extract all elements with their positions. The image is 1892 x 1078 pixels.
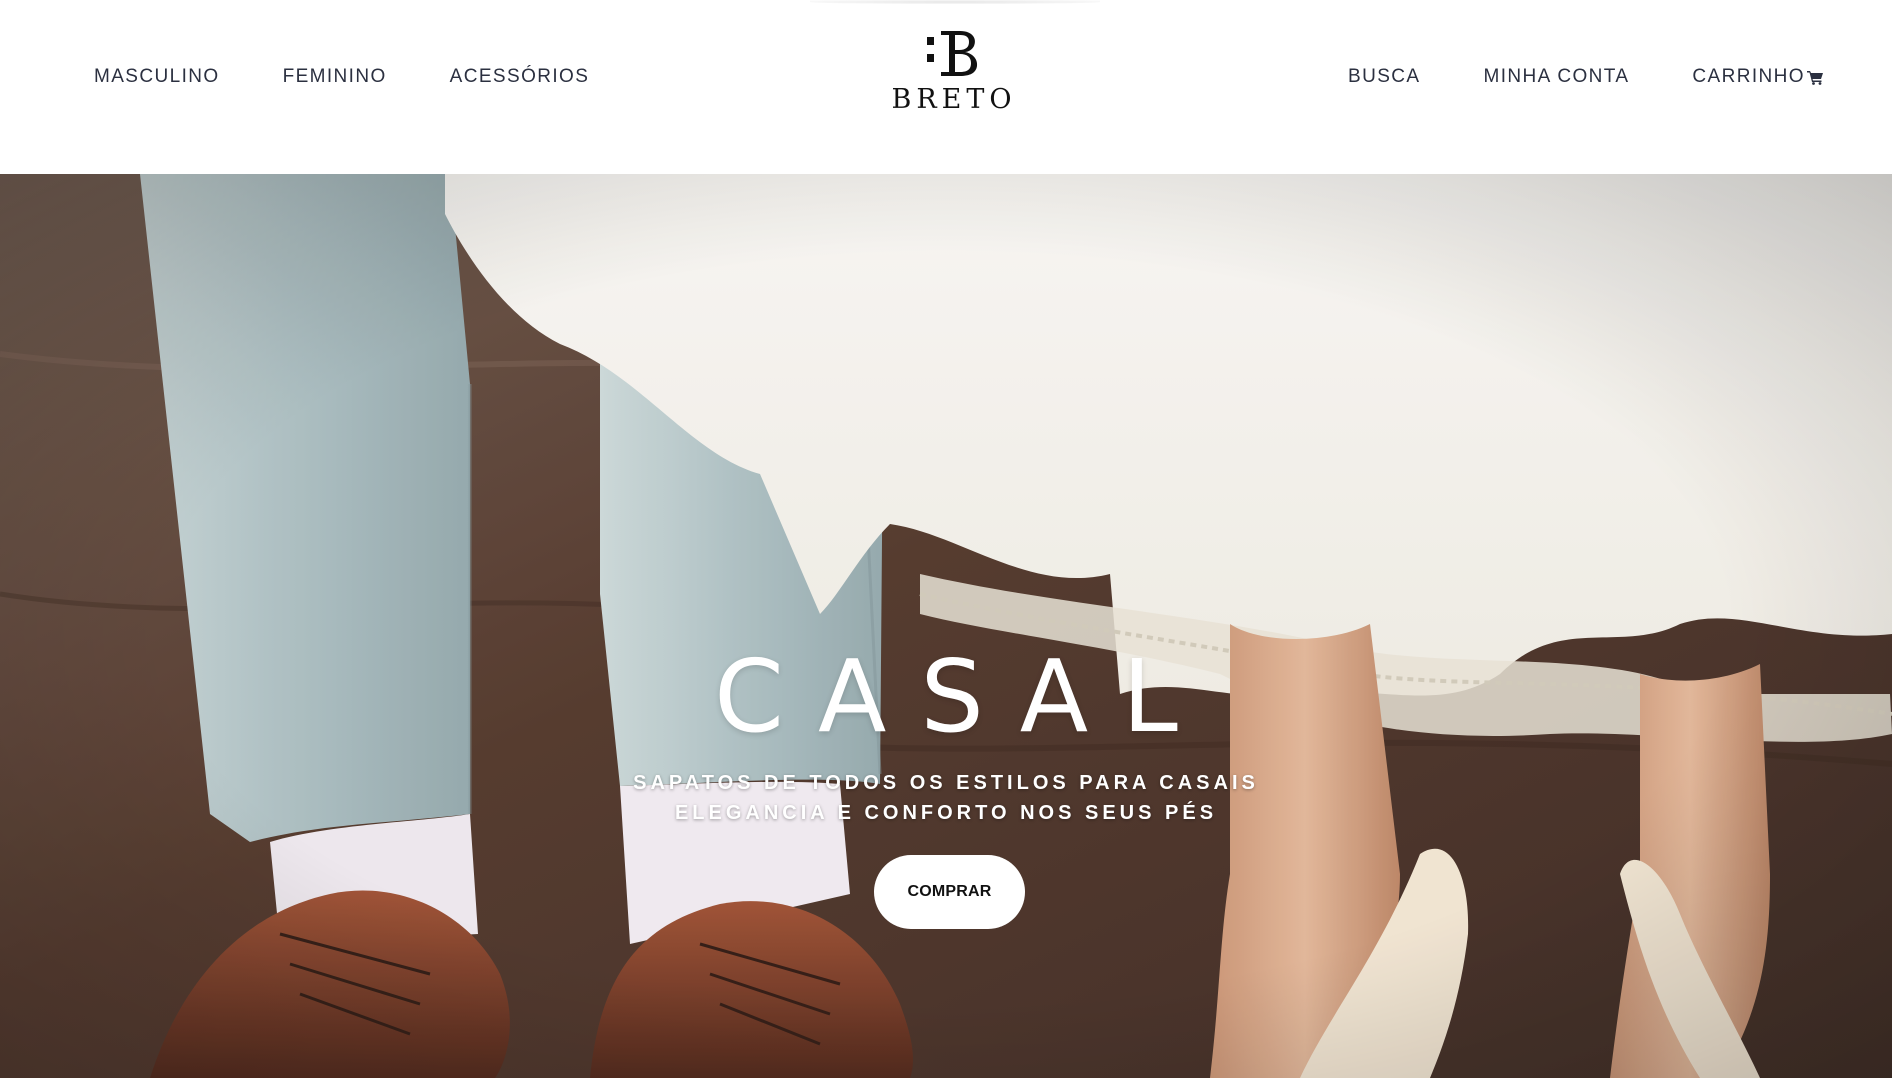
primary-nav: MASCULINO FEMININO ACESSÓRIOS [94, 66, 652, 88]
shopping-cart-icon [1806, 70, 1823, 85]
nav-link-busca[interactable]: BUSCA [1348, 66, 1420, 88]
header-shadow [810, 0, 1100, 4]
hero-subtitle: SAPATOS DE TODOS OS ESTILOS PARA CASAIS … [0, 768, 1892, 828]
site-header: MASCULINO FEMININO ACESSÓRIOS BRETO BUSC… [0, 0, 1892, 174]
nav-link-masculino[interactable]: MASCULINO [94, 66, 220, 88]
cart-label: CARRINHO [1692, 66, 1805, 87]
b-monogram-logo-icon [927, 31, 978, 76]
hero-banner: CASAL SAPATOS DE TODOS OS ESTILOS PARA C… [0, 174, 1892, 1078]
brand-name: BRETO [891, 84, 1017, 115]
hero-background-photo [0, 174, 1892, 1078]
buy-button[interactable]: COMPRAR [874, 855, 1025, 929]
nav-link-minha-conta[interactable]: MINHA CONTA [1483, 66, 1629, 88]
nav-link-acessorios[interactable]: ACESSÓRIOS [450, 66, 590, 88]
brand-logo[interactable]: BRETO [878, 28, 1030, 128]
hero-subtitle-line-2: ELEGANCIA E CONFORTO NOS SEUS PÉS [674, 802, 1218, 824]
hero-title: CASAL [714, 638, 1212, 755]
nav-link-feminino[interactable]: FEMININO [283, 66, 387, 88]
utility-nav: BUSCA MINHA CONTA CARRINHO [1348, 66, 1824, 88]
nav-link-carrinho[interactable]: CARRINHO [1692, 66, 1824, 88]
hero-subtitle-line-1: SAPATOS DE TODOS OS ESTILOS PARA CASAIS [633, 772, 1259, 794]
